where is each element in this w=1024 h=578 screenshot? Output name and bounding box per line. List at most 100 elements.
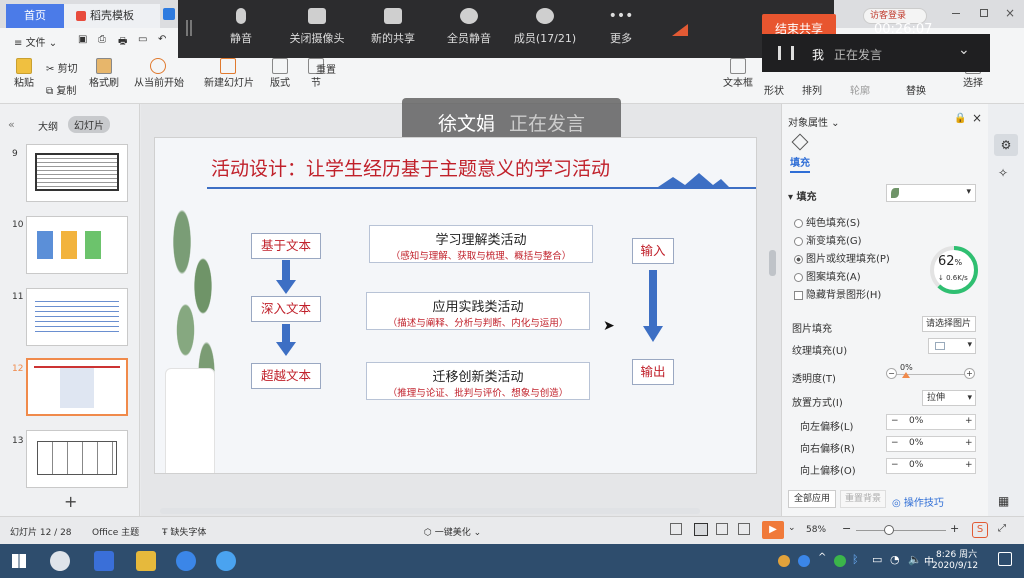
tab-slides[interactable]: 幻灯片 (68, 116, 110, 133)
slider-thumb-icon[interactable] (902, 372, 910, 378)
restore-icon[interactable] (980, 9, 988, 17)
picture-choose-button[interactable]: 请选择图片 (922, 316, 976, 332)
transparency-minus[interactable]: − (886, 368, 897, 379)
collapse-icon[interactable]: « (8, 118, 15, 131)
format-painter-button[interactable]: 格式刷 (88, 58, 120, 89)
new-share-button[interactable]: 新的共享 (358, 8, 428, 46)
undo-icon[interactable]: ↶ (158, 34, 166, 45)
reset-button[interactable]: 重置 (302, 61, 336, 76)
properties-icon[interactable]: ⚙ (994, 134, 1018, 156)
volume-icon[interactable]: 🔈 (908, 553, 922, 566)
tab-home[interactable]: 首页 (6, 4, 64, 28)
shape-button[interactable]: 形状 (764, 82, 784, 97)
notification-icon[interactable] (998, 552, 1012, 566)
members-button[interactable]: 成员(17/21) (510, 8, 580, 46)
beautify-button[interactable]: ⬡ 一键美化 ⌄ (424, 525, 481, 538)
placement-dropdown[interactable]: 拉伸 ▾ (922, 390, 976, 406)
new-slide-button[interactable]: 新建幻灯片 (204, 58, 254, 89)
zoom-thumb[interactable] (884, 525, 894, 535)
activity-box-practice[interactable]: 应用实践类活动 （描述与阐释、分析与判断、内化与运用） (366, 292, 590, 330)
tray-expand-icon[interactable]: ^ (818, 552, 826, 563)
textbox-button[interactable]: 文本框 (722, 58, 754, 89)
zoom-in-icon[interactable]: + (950, 522, 959, 535)
hide-bg-checkbox[interactable]: 隐藏背景图形(H) (794, 286, 881, 301)
offset-left-stepper[interactable]: −0% + (886, 414, 976, 430)
close-icon[interactable]: × (1005, 6, 1015, 20)
activity-box-understanding[interactable]: 学习理解类活动 （感知与理解、获取与梳理、概括与整合） (369, 225, 593, 263)
zoom-level[interactable]: 58% (806, 525, 826, 535)
fill-section-header[interactable]: ▾ 填充 (788, 188, 817, 203)
tab-outline[interactable]: 大纲 (38, 118, 58, 133)
drag-handle-icon[interactable] (186, 20, 192, 36)
mute-button[interactable]: 静音 (206, 8, 276, 46)
animation-icon[interactable]: ✧ (998, 166, 1008, 180)
fill-option-pattern[interactable]: 图案填充(A) (794, 268, 861, 283)
app-icon[interactable] (50, 551, 70, 571)
new-tab-icon[interactable] (163, 8, 175, 20)
slide-thumbnail[interactable] (26, 144, 128, 202)
panel-title[interactable]: 对象属性 ⌄ (788, 114, 840, 129)
layout-button[interactable]: 版式 (266, 58, 294, 89)
level-box-based-on-text[interactable]: 基于文本 (251, 233, 321, 259)
file-explorer-icon[interactable] (136, 551, 156, 571)
quick-export-icon[interactable]: ⎙ (98, 34, 106, 45)
fill-option-solid[interactable]: 纯色填充(S) (794, 214, 860, 229)
close-panel-icon[interactable]: × (972, 111, 982, 125)
bluetooth-icon[interactable]: ᛒ (852, 553, 859, 566)
fill-option-picture[interactable]: 图片或纹理填充(P) (794, 250, 890, 265)
wifi-icon[interactable]: ◔ (890, 553, 900, 566)
more-button[interactable]: ••• 更多 (586, 8, 656, 46)
copy-button[interactable]: ⧉ 复制 (46, 82, 76, 97)
input-box[interactable]: 输入 (632, 238, 674, 264)
tray-app-icon[interactable] (798, 555, 810, 567)
level-box-deep-text[interactable]: 深入文本 (251, 296, 321, 322)
tab-fill[interactable]: 填充 (790, 154, 810, 173)
tab-docer-templates[interactable]: 稻壳模板 (64, 4, 160, 28)
missing-font-button[interactable]: Ŧ 缺失字体 (162, 525, 206, 538)
zoom-out-icon[interactable]: − (842, 522, 851, 535)
quick-preview-icon[interactable]: ▭ (138, 34, 147, 45)
dropdown-icon[interactable]: ⌄ (788, 523, 796, 533)
minimize-icon[interactable] (952, 13, 960, 14)
level-box-beyond-text[interactable]: 超越文本 (251, 363, 321, 389)
lock-icon[interactable]: 🔒 (954, 113, 966, 124)
network-icon[interactable]: ▭ (872, 553, 882, 566)
texture-dropdown[interactable]: ▾ (928, 338, 976, 354)
quick-save-icon[interactable]: ▣ (78, 34, 87, 45)
view-grid-icon[interactable] (716, 523, 728, 535)
from-current-button[interactable]: 从当前开始 (134, 58, 184, 89)
wps-s-icon[interactable]: S (972, 522, 988, 538)
tray-app-icon[interactable] (834, 555, 846, 567)
feishu-icon[interactable] (216, 551, 236, 571)
camera-off-button[interactable]: 关闭摄像头 (282, 8, 352, 46)
horizontal-scrollbar[interactable] (160, 508, 700, 514)
view-normal-icon[interactable] (670, 523, 682, 535)
clock-time[interactable]: 8:26 周六 (936, 547, 977, 560)
vertical-scrollbar[interactable] (769, 250, 776, 276)
fill-option-gradient[interactable]: 渐变填充(G) (794, 232, 862, 247)
file-menu[interactable]: ≡ 文件 ⌄ (14, 34, 57, 49)
windows-start-icon[interactable] (12, 554, 26, 568)
meeting-app-icon[interactable] (176, 551, 196, 571)
wps-icon[interactable] (94, 551, 114, 571)
fit-window-icon[interactable]: ⤢ (998, 523, 1006, 534)
slide-thumbnail-selected[interactable] (26, 358, 128, 416)
slide-content[interactable]: 活动设计：让学生经历基于主题意义的学习活动 基于文本 深入文本 超越文本 学习理… (154, 137, 757, 474)
tips-link[interactable]: ◎ 操作技巧 (892, 494, 944, 509)
transparency-plus[interactable]: + (964, 368, 975, 379)
chevron-down-icon[interactable]: ⌄ (958, 42, 970, 58)
slide-thumbnail[interactable] (26, 288, 128, 346)
cut-button[interactable]: ✂ 剪切 (46, 60, 78, 75)
view-sorter-icon[interactable] (694, 523, 708, 536)
slide-thumbnail[interactable] (26, 216, 128, 274)
play-slideshow-button[interactable]: ▶ (762, 521, 784, 539)
mute-all-button[interactable]: 全员静音 (434, 8, 504, 46)
activity-box-innovation[interactable]: 迁移创新类活动 （推理与论证、批判与评价、想象与创造） (366, 362, 590, 400)
offset-right-stepper[interactable]: −0% + (886, 436, 976, 452)
slide-thumbnail[interactable] (26, 430, 128, 488)
quick-print-icon[interactable]: 🖶 (118, 34, 127, 51)
outline-button[interactable]: 轮廓 (850, 82, 870, 97)
offset-top-stepper[interactable]: −0% + (886, 458, 976, 474)
add-slide-button[interactable]: + (64, 492, 77, 511)
reset-bg-button[interactable]: 重置背景 (840, 490, 886, 508)
